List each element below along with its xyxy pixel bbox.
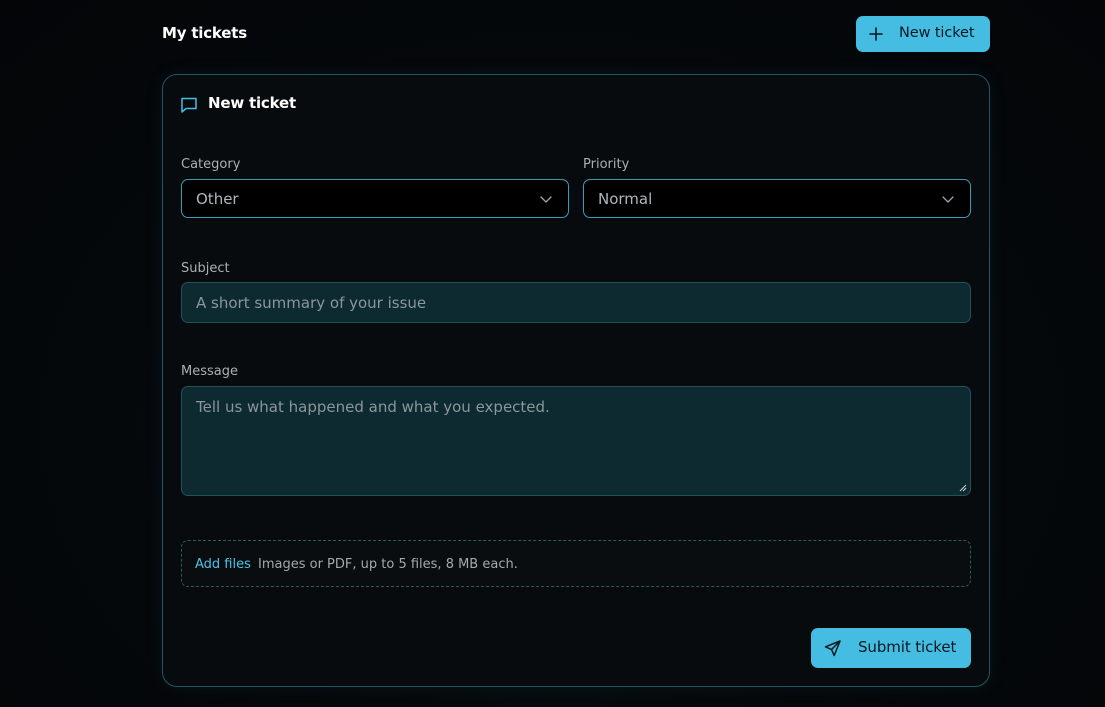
category-label: Category — [181, 157, 241, 172]
send-icon — [824, 640, 841, 657]
subject-placeholder: A short summary of your issue — [196, 294, 427, 312]
card-title: New ticket — [208, 94, 296, 112]
category-select-value: Other — [196, 190, 239, 208]
resize-handle-icon[interactable] — [959, 484, 967, 492]
message-label: Message — [181, 364, 238, 379]
new-ticket-button-label: New ticket — [899, 25, 975, 41]
chevron-down-icon — [540, 196, 552, 203]
add-files-link[interactable]: Add files — [195, 557, 251, 572]
new-ticket-button[interactable]: New ticket — [856, 16, 990, 52]
attachment-dropzone[interactable]: Add files Images or PDF, up to 5 files, … — [181, 540, 971, 587]
message-square-icon — [181, 97, 197, 113]
priority-select-value: Normal — [598, 190, 653, 208]
attachment-hint: Images or PDF, up to 5 files, 8 MB each. — [258, 557, 518, 572]
plus-icon — [869, 27, 883, 41]
new-ticket-card — [162, 74, 990, 687]
chevron-down-icon — [942, 196, 954, 203]
page-title: My tickets — [162, 24, 247, 42]
subject-input[interactable]: A short summary of your issue — [181, 282, 971, 323]
submit-ticket-label: Submit ticket — [858, 638, 957, 656]
message-textarea[interactable]: Tell us what happened and what you expec… — [181, 386, 971, 496]
priority-select[interactable]: Normal — [583, 179, 971, 218]
subject-label: Subject — [181, 261, 230, 276]
priority-label: Priority — [583, 157, 630, 172]
submit-ticket-button[interactable]: Submit ticket — [811, 628, 971, 668]
category-select[interactable]: Other — [181, 179, 569, 218]
message-placeholder: Tell us what happened and what you expec… — [196, 398, 550, 416]
